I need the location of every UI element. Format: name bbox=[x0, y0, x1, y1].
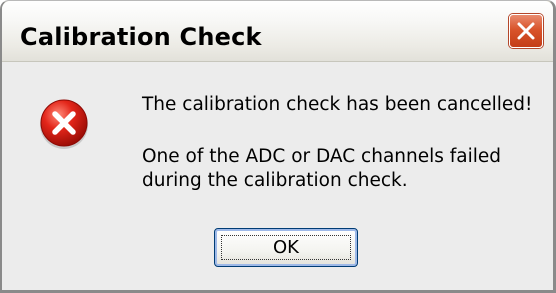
ok-button-label: OK bbox=[273, 237, 299, 258]
message-detail: One of the ADC or DAC channels failed du… bbox=[142, 145, 501, 193]
close-button[interactable] bbox=[509, 14, 543, 48]
title-bar[interactable]: Calibration Check bbox=[2, 1, 553, 62]
calibration-dialog: Calibration Check The calibration check … bbox=[0, 0, 556, 293]
dialog-body: The calibration check has been cancelled… bbox=[2, 62, 553, 290]
message-detail-line2: during the calibration check. bbox=[142, 170, 408, 191]
close-icon bbox=[517, 22, 535, 40]
message-detail-line1: One of the ADC or DAC channels failed bbox=[142, 146, 502, 167]
window-title: Calibration Check bbox=[20, 23, 262, 51]
message-primary: The calibration check has been cancelled… bbox=[142, 94, 533, 115]
ok-button[interactable]: OK bbox=[214, 228, 358, 267]
error-icon bbox=[40, 99, 88, 149]
